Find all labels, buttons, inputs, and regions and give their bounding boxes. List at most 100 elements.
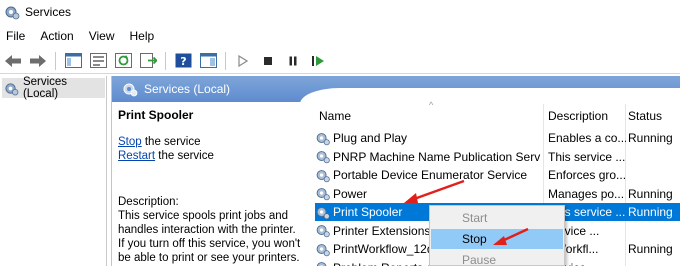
service-name: PNRP Machine Name Publication Service: [333, 149, 541, 164]
service-name-cell: Portable Device Enumerator Service: [315, 166, 541, 184]
restart-icon: [312, 55, 324, 66]
service-status: Running: [628, 205, 673, 219]
properties-button[interactable]: [87, 51, 109, 71]
stop-service-suffix: the service: [141, 136, 201, 148]
service-name: Problem Reports an: [333, 259, 440, 266]
export-list-icon: [139, 53, 157, 68]
extended-description: Print Spooler Stop the service Restart t…: [112, 102, 308, 266]
service-gear-icon: [316, 262, 327, 266]
service-name: PrintWorkflow_12d: [333, 242, 434, 256]
service-name-cell: Plug and Play: [315, 129, 541, 147]
service-gear-icon: [316, 132, 330, 145]
service-status: [628, 222, 680, 240]
restart-service-line: Restart the service: [118, 149, 308, 163]
selected-service-name: Print Spooler: [118, 108, 194, 122]
restart-service-suffix: the service: [155, 150, 214, 162]
menu-help[interactable]: Help: [130, 29, 155, 43]
play-icon: [238, 54, 248, 67]
back-arrow-icon: [5, 54, 21, 67]
toolbar-separator: [55, 51, 56, 70]
window-title: Services: [25, 5, 72, 19]
help-button[interactable]: ?: [172, 51, 194, 71]
help-icon: ?: [175, 53, 191, 68]
service-gear-icon: [316, 188, 330, 201]
services-gear-icon: [5, 6, 20, 20]
column-header-status[interactable]: Status: [628, 102, 680, 126]
show-console-tree-button[interactable]: [62, 51, 84, 71]
description-label: Description:: [118, 196, 179, 208]
stop-service-button[interactable]: [257, 51, 279, 71]
service-name: Power: [333, 186, 368, 201]
forward-button[interactable]: [27, 51, 49, 71]
svg-text:?: ?: [180, 55, 186, 68]
stop-icon: [264, 56, 272, 65]
service-status: Running: [628, 131, 673, 145]
services-gear-icon: [123, 83, 138, 97]
service-row[interactable]: PNRP Machine Name Publication Service Thi…: [315, 148, 680, 166]
service-gear-icon: [316, 206, 330, 219]
menu-bar: File Action View Help: [0, 26, 680, 46]
console-tree-icon: [64, 53, 82, 68]
start-service-button[interactable]: [232, 51, 254, 71]
service-gear-icon: [316, 151, 330, 164]
service-description: Enforces gro...: [548, 168, 626, 182]
services-gear-icon: [5, 82, 19, 95]
service-name: Printer Extensions a: [333, 223, 441, 238]
service-name: Print Spooler: [333, 205, 403, 219]
sort-caret-icon: ^: [429, 100, 434, 110]
menu-file[interactable]: File: [6, 29, 25, 43]
service-row[interactable]: Plug and Play Enables a co... Running: [315, 129, 680, 147]
menu-action[interactable]: Action: [40, 29, 73, 43]
back-button[interactable]: [2, 51, 24, 71]
tree-item-services-local[interactable]: Services (Local): [2, 76, 105, 100]
description-line: handles interaction with the printer.: [118, 224, 296, 236]
pause-service-button[interactable]: [282, 51, 304, 71]
service-name: Portable Device Enumerator Service: [333, 168, 528, 182]
title-bar: Services: [0, 0, 680, 24]
action-pane-icon: [199, 53, 217, 68]
context-menu: Start Stop Pause: [429, 205, 565, 266]
stop-service-link[interactable]: Stop: [118, 136, 142, 148]
service-name: Plug and Play: [333, 131, 408, 145]
service-status: [628, 148, 680, 166]
service-gear-icon: [316, 169, 330, 182]
service-status: Running: [628, 242, 673, 256]
toolbar: ?: [0, 48, 680, 74]
service-status: Running: [628, 186, 673, 201]
show-action-pane-button[interactable]: [197, 51, 219, 71]
service-description: This service ...: [548, 149, 626, 164]
description-line: This service spools print jobs and: [118, 210, 289, 222]
description-line: If you turn off this service, you won't: [118, 238, 301, 250]
service-row[interactable]: Power Manages po... Running: [315, 185, 680, 203]
service-description: Enables a co...: [548, 131, 626, 145]
services-pane: Services (Local) Print Spooler Stop the …: [111, 76, 680, 266]
stop-service-line: Stop the service: [118, 135, 308, 149]
service-gear-icon: [316, 225, 330, 238]
service-description: Manages po...: [548, 186, 625, 201]
tree-item-label: Services (Local): [22, 76, 68, 100]
service-name-cell: PNRP Machine Name Publication Service: [315, 148, 541, 166]
service-row[interactable]: Portable Device Enumerator Service Enforc…: [315, 166, 680, 184]
column-header-name[interactable]: ^ Name: [319, 100, 539, 126]
description-line: be able to print or see your printers.: [118, 252, 300, 264]
toolbar-separator: [165, 51, 166, 70]
context-menu-stop[interactable]: Stop: [431, 229, 563, 249]
service-status: [628, 166, 680, 184]
pause-icon: [289, 56, 297, 65]
export-list-button[interactable]: [137, 51, 159, 71]
restart-service-button[interactable]: [307, 51, 329, 71]
context-menu-start[interactable]: Start: [431, 208, 563, 228]
refresh-icon: [114, 53, 132, 68]
context-menu-pause[interactable]: Pause: [431, 250, 563, 266]
restart-service-link[interactable]: Restart: [118, 150, 155, 162]
properties-icon: [89, 53, 107, 68]
menu-view[interactable]: View: [89, 29, 115, 43]
column-header-description[interactable]: Description: [548, 102, 626, 126]
service-name-cell: Power: [315, 185, 541, 203]
refresh-button[interactable]: [112, 51, 134, 71]
toolbar-separator: [225, 51, 226, 70]
pane-title: Services (Local): [144, 82, 231, 96]
forward-arrow-icon: [30, 54, 46, 67]
service-gear-icon: [316, 243, 330, 256]
console-tree: Services (Local): [0, 76, 107, 266]
